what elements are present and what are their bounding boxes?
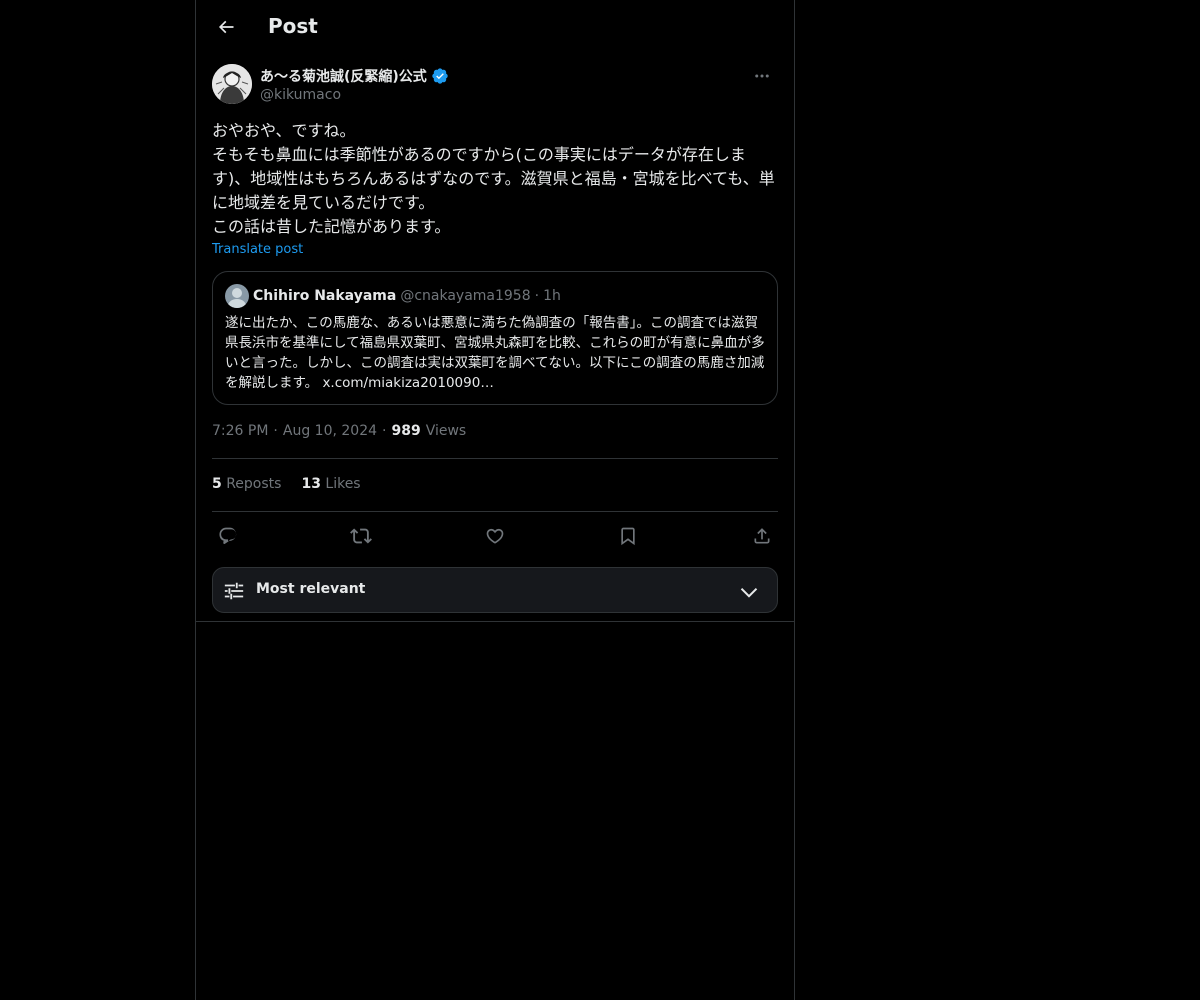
share-icon [754,528,770,544]
reply-button[interactable] [212,520,244,552]
quoted-author-handle[interactable]: @cnakayama1958 [400,288,530,304]
quoted-author-name[interactable]: Chihiro Nakayama [253,288,396,304]
post-time[interactable]: 7:26 PM [212,423,268,439]
translate-post-link[interactable]: Translate post [212,242,303,257]
engagement-stats: 5 Reposts 13 Likes [212,476,361,492]
reposts-stat[interactable]: 5 Reposts [212,476,281,492]
sort-replies-dropdown[interactable]: Most relevant [212,567,778,613]
author-name-text: あ〜る菊池誠(反緊縮)公式 [260,69,427,85]
views-label: Views [425,423,467,439]
quoted-avatar[interactable] [225,284,249,308]
separator-dot: · [382,423,387,439]
reposts-label: Reposts [226,476,282,492]
divider [196,621,794,622]
post-line: この話は昔した記憶があります。 [212,217,451,236]
more-options-button[interactable] [746,64,778,88]
reposts-count: 5 [212,476,222,492]
page-title: Post [268,14,318,38]
post-actions [212,520,778,552]
divider [212,511,778,512]
post-line: そもそも鼻血には季節性があるのですから(この事実にはデータが存在します)、地域性… [212,145,775,212]
avatar-image-icon [212,64,252,104]
arrow-left-icon [218,20,234,34]
more-dots-icon [755,74,769,78]
main-column: Post あ〜る菊池誠(反緊縮)公式 @kikumaco おやおや、ですね。 そ… [195,0,795,1000]
chevron-down-icon [740,587,758,598]
divider [212,458,778,459]
views-count: 989 [391,423,421,439]
post-meta: 7:26 PM · Aug 10, 2024 · 989 Views [212,423,466,439]
repost-button[interactable] [345,520,377,552]
separator-dot: · [273,423,278,439]
separator-dot: · [534,288,540,304]
post-line: おやおや、ですね。 [212,121,356,140]
verified-badge-icon [432,68,448,84]
bookmark-icon [621,527,635,546]
author-handle[interactable]: @kikumaco [260,87,341,103]
page-header: Post [196,0,794,54]
repost-icon [350,528,372,544]
likes-stat[interactable]: 13 Likes [301,476,360,492]
post-date[interactable]: Aug 10, 2024 [283,423,377,439]
share-button[interactable] [746,520,778,552]
author-name[interactable]: あ〜る菊池誠(反緊縮)公式 [260,66,449,86]
like-icon [486,528,504,544]
bookmark-button[interactable] [612,520,644,552]
quoted-post-time[interactable]: 1h [543,288,561,304]
likes-count: 13 [301,476,321,492]
reply-icon [219,527,237,545]
quoted-post-text: 遂に出たか、この馬鹿な、あるいは悪意に満ちた偽調査の「報告書」。この調査では滋賀… [225,315,765,391]
quoted-post[interactable]: Chihiro Nakayama @cnakayama1958 · 1h 遂に出… [212,271,778,405]
post-author: あ〜る菊池誠(反緊縮)公式 @kikumaco [212,64,778,106]
likes-label: Likes [325,476,361,492]
like-button[interactable] [479,520,511,552]
filter-sliders-icon [224,582,244,600]
back-button[interactable] [208,9,244,45]
post-text: おやおや、ですね。 そもそも鼻血には季節性があるのですから(この事実にはデータが… [212,119,780,239]
sort-label: Most relevant [256,581,366,597]
avatar[interactable] [212,64,252,104]
quoted-post-header: Chihiro Nakayama @cnakayama1958 · 1h [225,284,561,308]
